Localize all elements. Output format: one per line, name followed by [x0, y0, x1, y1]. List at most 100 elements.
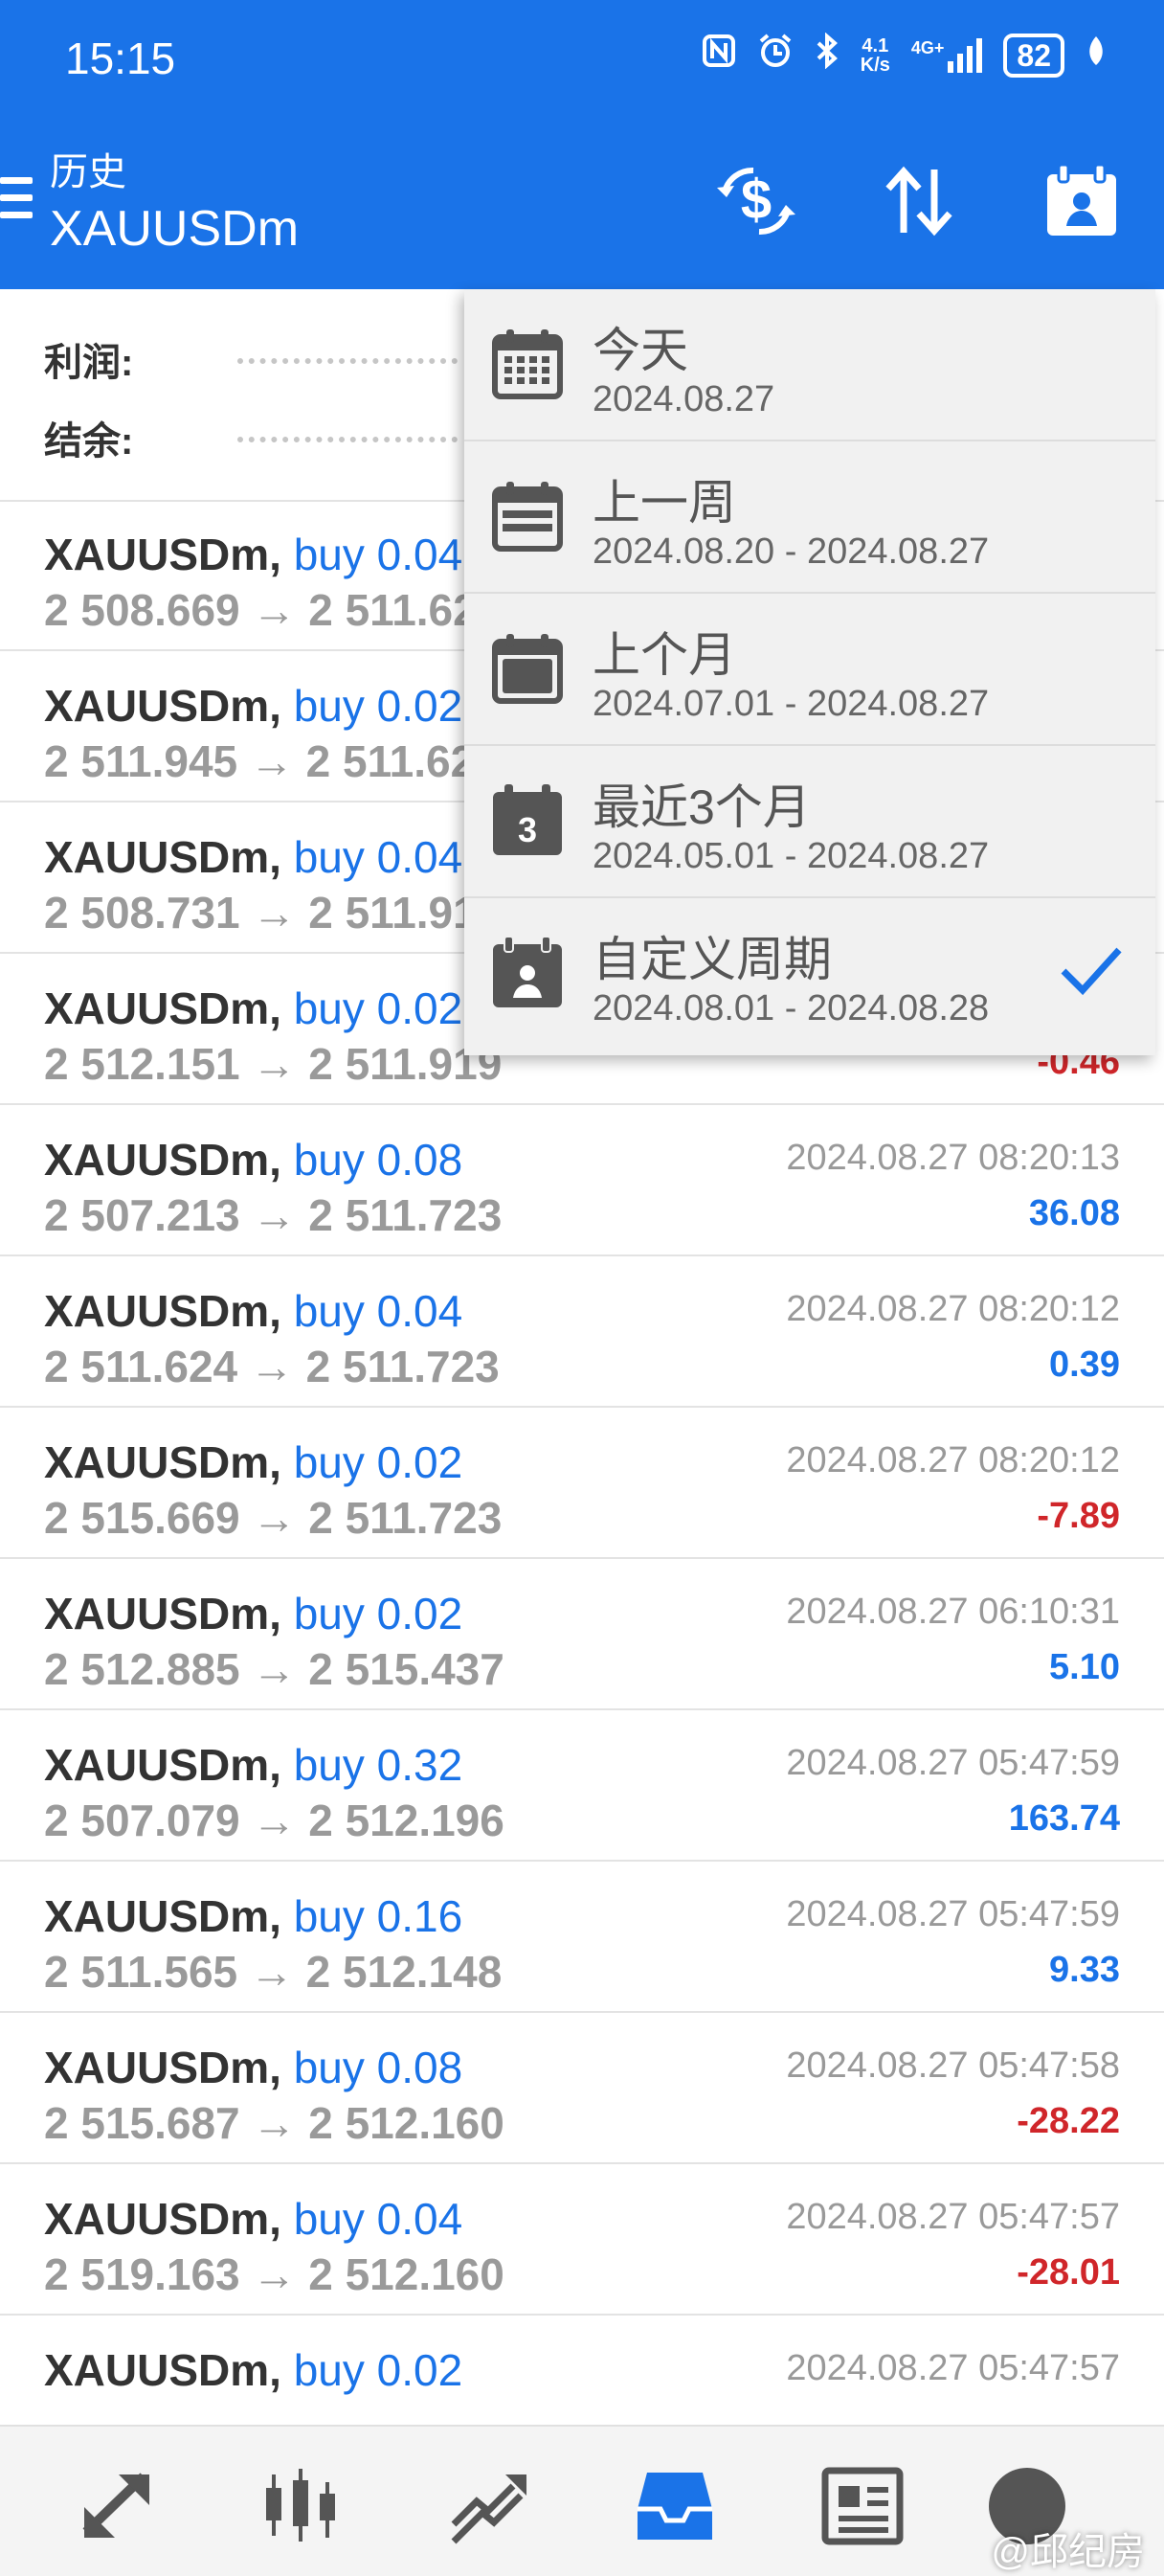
period-calendar-button[interactable] — [1039, 158, 1125, 244]
trade-time: 2024.08.27 08:20:12 — [786, 1440, 1120, 1480]
trade-profit: -28.01 — [1017, 2252, 1120, 2293]
calendar-user-icon — [491, 936, 564, 1009]
trade-prices: 2 508.669 → 2 511.62 — [44, 585, 478, 635]
trade-profit: -28.22 — [1017, 2101, 1120, 2141]
trade-symbol: XAUUSDm, — [44, 1740, 281, 1790]
trade-header: XAUUSDm, buy 0.02 — [44, 2344, 462, 2396]
period-option[interactable]: 上个月 2024.07.01 - 2024.08.27 — [464, 594, 1155, 746]
trade-time: 2024.08.27 08:20:12 — [786, 1289, 1120, 1329]
trade-header: XAUUSDm, buy 0.16 — [44, 1890, 462, 1942]
trade-symbol: XAUUSDm, — [44, 1437, 281, 1487]
trade-row[interactable]: XAUUSDm, buy 0.04 2 511.624 → 2 511.723 20… — [0, 1256, 1164, 1408]
trade-header: XAUUSDm, buy 0.02 — [44, 680, 462, 732]
sort-button[interactable] — [876, 158, 962, 244]
trade-header: XAUUSDm, buy 0.08 — [44, 2042, 462, 2093]
nav-trade[interactable] — [448, 2465, 530, 2547]
period-option-range: 2024.08.01 - 2024.08.28 — [593, 988, 990, 1028]
svg-text:$: $ — [741, 169, 772, 231]
trade-prices: 2 515.669 → 2 511.723 — [44, 1493, 503, 1543]
period-option-label: 今天 — [593, 324, 688, 377]
trade-type: buy 0.04 — [293, 832, 463, 882]
trade-time: 2024.08.27 06:10:31 — [786, 1592, 1120, 1632]
trade-header: XAUUSDm, buy 0.04 — [44, 2193, 462, 2245]
trade-symbol: XAUUSDm, — [44, 983, 281, 1033]
trade-type: buy 0.04 — [293, 530, 463, 579]
trade-prices: 2 507.213 → 2 511.723 — [44, 1190, 503, 1240]
trade-symbol: XAUUSDm, — [44, 1891, 281, 1941]
trade-header: XAUUSDm, buy 0.04 — [44, 1285, 462, 1337]
period-option[interactable]: 自定义周期 2024.08.01 - 2024.08.28 — [464, 898, 1155, 1051]
trade-type: buy 0.32 — [293, 1740, 463, 1790]
period-option-range: 2024.08.27 — [593, 379, 775, 419]
trade-profit: 5.10 — [1049, 1647, 1120, 1687]
period-option[interactable]: 3 最近3个月 2024.05.01 - 2024.08.27 — [464, 746, 1155, 898]
period-option-label: 最近3个月 — [593, 780, 811, 834]
trade-row[interactable]: XAUUSDm, buy 0.02 2 512.885 → 2 515.437 20… — [0, 1559, 1164, 1710]
trade-symbol: XAUUSDm, — [44, 832, 281, 882]
trade-prices: 2 511.624 → 2 511.723 — [44, 1342, 500, 1391]
trade-row[interactable]: XAUUSDm, buy 0.02 2 515.669 → 2 511.723 20… — [0, 1408, 1164, 1559]
trade-profit: 9.33 — [1049, 1950, 1120, 1990]
trade-symbol: XAUUSDm, — [44, 1286, 281, 1336]
trade-prices: 2 511.945 → 2 511.62 — [44, 736, 476, 786]
trade-row[interactable]: XAUUSDm, buy 0.02 2024.08.27 05:47:57 — [0, 2316, 1164, 2425]
calendar-user-icon — [1047, 163, 1116, 236]
network-speed: 4.1 K/s — [860, 34, 890, 76]
leaf-icon — [1086, 34, 1107, 76]
period-option[interactable]: 今天 2024.08.27 — [464, 289, 1155, 441]
trade-icon — [451, 2474, 526, 2544]
period-dropdown-menu: 今天 2024.08.27 上一周 2024.08.20 - 2024.08.27 上个… — [464, 289, 1155, 1055]
check-icon — [1058, 942, 1125, 1000]
balance-value-dots — [237, 437, 458, 442]
calendar-3-icon: 3 — [491, 784, 564, 857]
dollar-swap-button[interactable]: $ — [713, 158, 799, 244]
trade-time: 2024.08.27 05:47:59 — [786, 1894, 1120, 1934]
trade-time: 2024.08.27 08:20:13 — [786, 1138, 1120, 1178]
trade-time: 2024.08.27 05:47:59 — [786, 1743, 1120, 1783]
dollar-swap-icon: $ — [717, 168, 795, 235]
period-option-label: 上一周 — [593, 476, 736, 530]
trade-header: XAUUSDm, buy 0.04 — [44, 831, 462, 883]
trade-time: 2024.08.27 05:47:58 — [786, 2045, 1120, 2086]
trade-time: 2024.08.27 05:47:57 — [786, 2197, 1120, 2237]
period-option[interactable]: 上一周 2024.08.20 - 2024.08.27 — [464, 441, 1155, 594]
nav-history[interactable] — [634, 2465, 716, 2547]
trade-type: buy 0.08 — [293, 2043, 463, 2092]
trade-row[interactable]: XAUUSDm, buy 0.04 2 519.163 → 2 512.160 20… — [0, 2164, 1164, 2316]
bluetooth-icon — [815, 32, 839, 78]
trade-header: XAUUSDm, buy 0.02 — [44, 1588, 462, 1639]
trade-header: XAUUSDm, buy 0.08 — [44, 1134, 462, 1186]
trade-prices: 2 515.687 → 2 512.160 — [44, 2098, 504, 2148]
trade-prices: 2 507.079 → 2 512.196 — [44, 1796, 504, 1845]
calendar-week-icon — [491, 480, 564, 553]
alarm-icon — [757, 33, 794, 78]
trade-row[interactable]: XAUUSDm, buy 0.32 2 507.079 → 2 512.196 20… — [0, 1710, 1164, 1862]
trade-type: buy 0.02 — [293, 2345, 463, 2395]
trade-row[interactable]: XAUUSDm, buy 0.08 2 507.213 → 2 511.723 20… — [0, 1105, 1164, 1256]
trade-row[interactable]: XAUUSDm, buy 0.16 2 511.565 → 2 512.148 20… — [0, 1862, 1164, 2013]
trade-prices: 2 512.151 → 2 511.919 — [44, 1039, 503, 1089]
trade-prices: 2 519.163 → 2 512.160 — [44, 2249, 504, 2299]
svg-text:3: 3 — [518, 810, 537, 849]
trade-type: buy 0.04 — [293, 1286, 463, 1336]
quotes-icon — [82, 2473, 149, 2538]
trade-type: buy 0.04 — [293, 2194, 463, 2244]
nav-quotes[interactable] — [77, 2465, 159, 2547]
nav-news[interactable] — [821, 2465, 904, 2547]
trade-prices: 2 511.565 → 2 512.148 — [44, 1947, 503, 1997]
nav-chart[interactable] — [260, 2465, 343, 2547]
trade-symbol: XAUUSDm, — [44, 2194, 281, 2244]
calendar-month-icon — [491, 632, 564, 705]
signal-icon: 4G+ — [911, 37, 983, 73]
sort-icon — [885, 166, 952, 237]
hamburger-menu-icon[interactable] — [0, 177, 33, 225]
status-time: 15:15 — [65, 34, 176, 83]
trade-row[interactable]: XAUUSDm, buy 0.08 2 515.687 → 2 512.160 20… — [0, 2013, 1164, 2164]
trade-prices: 2 508.731 → 2 511.91 — [44, 888, 478, 938]
trade-type: buy 0.16 — [293, 1891, 463, 1941]
balance-label: 结余: — [44, 420, 134, 463]
calendar-grid-icon — [491, 328, 564, 400]
trade-type: buy 0.02 — [293, 983, 463, 1033]
symbol-subtitle: XAUUSDm — [50, 201, 300, 257]
profit-label: 利润: — [44, 342, 134, 384]
